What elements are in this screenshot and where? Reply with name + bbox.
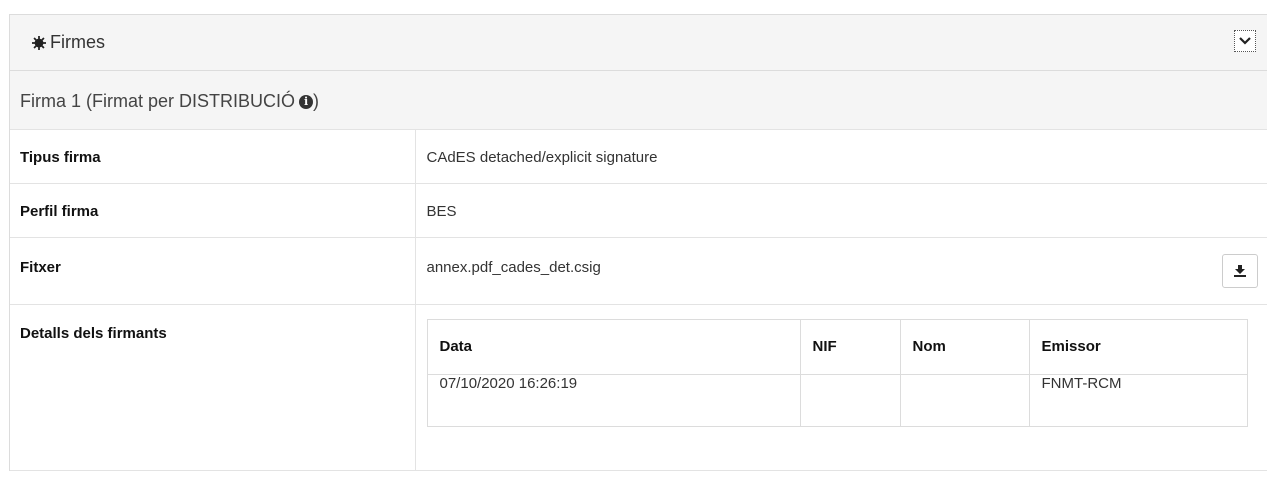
signers-header-row: Data NIF Nom Emissor	[426, 318, 1248, 375]
signature-title-text: Firma 1 (Firmat per DISTRIBUCIÓ	[20, 91, 296, 111]
detail-row-file: Fitxer annex.pdf_cades_det.csig	[10, 237, 1267, 305]
signer-name	[899, 373, 1030, 427]
column-header-issuer: Emissor	[1028, 318, 1248, 375]
detail-value: BES	[426, 202, 457, 220]
signature-heading: Firma 1 (Firmat per DISTRIBUCIÓ i )	[10, 71, 1267, 130]
signature-details-table: Tipus firma CAdES detached/explicit sign…	[10, 130, 1267, 471]
panel-title: Firmes	[32, 32, 105, 53]
table-row: 07/10/2020 16:26:19 FNMT-RCM	[426, 373, 1248, 427]
signature-title-close: )	[313, 91, 320, 111]
info-icon[interactable]: i	[299, 94, 314, 109]
detail-row-signers: Detalls dels firmants Data NIF Nom Emiss…	[10, 304, 1267, 471]
gear-icon	[32, 35, 46, 50]
file-name: annex.pdf_cades_det.csig	[426, 258, 601, 276]
detail-label: Tipus firma	[20, 149, 101, 166]
column-header-name: Nom	[899, 318, 1030, 375]
detail-label: Detalls dels firmants	[20, 324, 167, 342]
download-button[interactable]	[1222, 253, 1258, 288]
signatures-panel: Firmes Firma 1 (Firmat per DISTRIBUCIÓ i…	[9, 14, 1267, 471]
collapse-button[interactable]	[1234, 30, 1256, 52]
download-icon	[1234, 264, 1246, 277]
panel-title-text: Firmes	[50, 32, 105, 52]
detail-label: Perfil firma	[20, 202, 99, 220]
signer-date: 07/10/2020 16:26:19	[426, 373, 801, 427]
panel-heading: Firmes	[10, 15, 1267, 71]
detail-value: CAdES detached/explicit signature	[426, 149, 658, 166]
signers-table: Data NIF Nom Emissor 07/10/2020 16:26:19…	[426, 318, 1248, 427]
column-header-date: Data	[426, 318, 801, 375]
detail-row-type: Tipus firma CAdES detached/explicit sign…	[10, 130, 1267, 184]
chevron-down-icon	[1239, 37, 1251, 45]
signature-title: Firma 1 (Firmat per DISTRIBUCIÓ i )	[20, 91, 319, 112]
signer-nif	[799, 373, 901, 427]
detail-label: Fitxer	[20, 258, 61, 276]
column-header-nif: NIF	[799, 318, 901, 375]
signer-issuer: FNMT-RCM	[1028, 373, 1248, 427]
detail-row-profile: Perfil firma BES	[10, 183, 1267, 238]
